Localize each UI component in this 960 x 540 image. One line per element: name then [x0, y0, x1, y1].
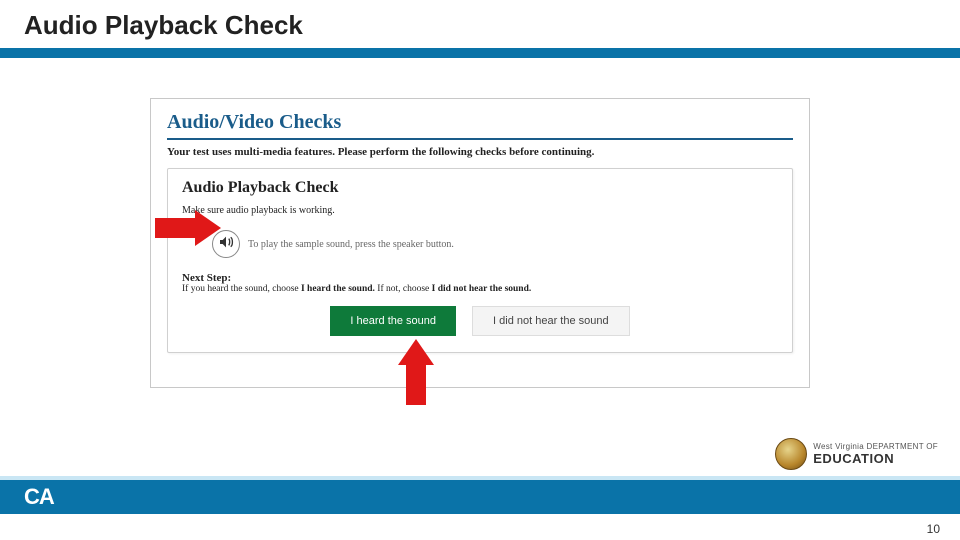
- panel-heading: Audio/Video Checks: [167, 111, 793, 140]
- wv-education-text: West Virginia DEPARTMENT OF EDUCATION: [813, 442, 938, 466]
- title-accent-bar: [0, 48, 960, 58]
- wv-seal-icon: [775, 438, 807, 470]
- play-row: To play the sample sound, press the spea…: [212, 230, 778, 258]
- app-screenshot: Audio/Video Checks Your test uses multi-…: [150, 98, 810, 388]
- next-step-text: If you heard the sound, choose I heard t…: [182, 284, 778, 294]
- wv-line1: West Virginia DEPARTMENT OF: [813, 442, 938, 451]
- heard-sound-button[interactable]: I heard the sound: [330, 306, 456, 336]
- next-step-label: Next Step:: [182, 272, 778, 284]
- panel-subtext: Your test uses multi-media features. Ple…: [167, 146, 793, 158]
- card-desc: Make sure audio playback is working.: [182, 205, 778, 216]
- card-title: Audio Playback Check: [182, 179, 778, 197]
- ns-bold1: I heard the sound.: [301, 284, 375, 294]
- audio-check-card: Audio Playback Check Make sure audio pla…: [167, 168, 793, 353]
- callout-arrow-up: [398, 339, 434, 365]
- wv-education-logo: West Virginia DEPARTMENT OF EDUCATION: [775, 438, 938, 470]
- ns-bold2: I did not hear the sound.: [432, 284, 532, 294]
- button-row: I heard the sound I did not hear the sou…: [182, 306, 778, 336]
- page-number: 10: [927, 522, 940, 536]
- wv-line2: EDUCATION: [813, 451, 938, 466]
- ca-logo: CA: [24, 484, 54, 510]
- not-heard-sound-button[interactable]: I did not hear the sound: [472, 306, 630, 336]
- play-caption: To play the sample sound, press the spea…: [248, 239, 454, 250]
- slide-title: Audio Playback Check: [0, 0, 960, 49]
- ns-mid: If not, choose: [377, 284, 431, 294]
- footer-bar: [0, 480, 960, 514]
- callout-arrow-right: [195, 210, 221, 246]
- ns-prefix: If you heard the sound, choose: [182, 284, 301, 294]
